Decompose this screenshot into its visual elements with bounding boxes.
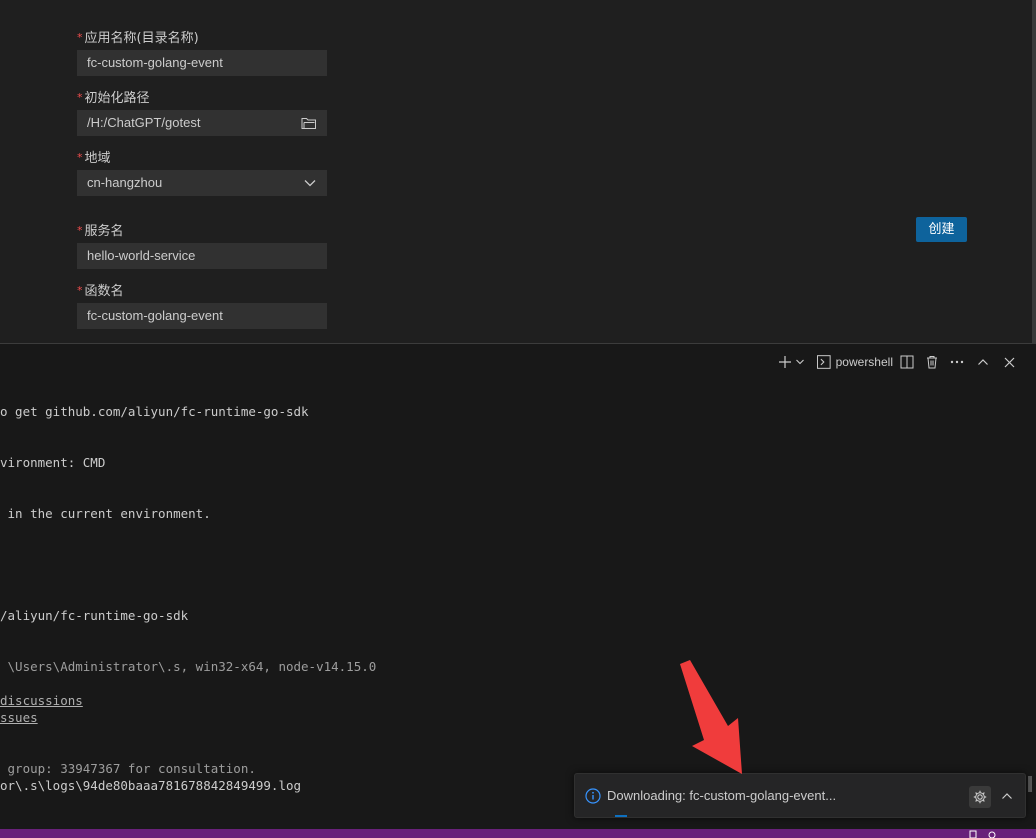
- required-mark: *: [77, 31, 83, 44]
- region-label-text: 地域: [84, 151, 111, 166]
- ellipsis-icon: [950, 360, 964, 364]
- function-name-label: * 函数名: [77, 282, 327, 302]
- app-name-field: * 应用名称(目录名称) fc-custom-golang-event: [77, 29, 327, 76]
- folder-open-icon[interactable]: [301, 116, 317, 130]
- function-name-input[interactable]: fc-custom-golang-event: [77, 303, 327, 329]
- trash-icon: [927, 356, 937, 369]
- red-arrow-annotation: [680, 660, 742, 774]
- app-name-label-text: 应用名称(目录名称): [84, 31, 199, 46]
- notification-message: Downloading: fc-custom-golang-event...: [607, 788, 837, 803]
- terminal-line: in the current environment.: [0, 506, 211, 521]
- service-name-input[interactable]: hello-world-service: [77, 243, 327, 269]
- terminal-line: group: 33947367 for consultation.: [0, 761, 256, 776]
- app-name-value: fc-custom-golang-event: [87, 55, 223, 70]
- init-path-input[interactable]: /H:/ChatGPT/gotest: [77, 110, 327, 136]
- init-path-field: * 初始化路径 /H:/ChatGPT/gotest: [77, 89, 327, 136]
- terminal-link[interactable]: ssues: [0, 709, 38, 726]
- terminal-tab-powershell[interactable]: powershell: [817, 352, 893, 372]
- terminal-link[interactable]: discussions: [0, 692, 83, 709]
- region-select[interactable]: cn-hangzhou: [77, 170, 327, 196]
- function-name-value: fc-custom-golang-event: [87, 308, 223, 323]
- terminal-scrollbar[interactable]: [1028, 776, 1032, 792]
- form-scrollbar[interactable]: [1032, 0, 1036, 343]
- plus-icon: [779, 356, 791, 368]
- download-notification: Downloading: fc-custom-golang-event...: [574, 773, 1026, 818]
- chevron-down-icon: [304, 180, 316, 187]
- chevron-up-icon: [978, 359, 988, 365]
- chevron-down-icon: [796, 359, 804, 365]
- service-name-value: hello-world-service: [87, 248, 196, 263]
- terminal-output: o get github.com/aliyun/fc-runtime-go-sd…: [0, 344, 1036, 830]
- split-terminal-button[interactable]: [900, 352, 914, 372]
- create-button[interactable]: 创建: [916, 217, 967, 242]
- close-icon: [1004, 357, 1014, 367]
- terminal-line: or\.s\logs\94de80baaa781678842849499.log: [0, 778, 302, 793]
- status-bar: [0, 829, 1036, 838]
- service-name-field: * 服务名 hello-world-service: [77, 222, 327, 269]
- gear-icon: [973, 790, 987, 804]
- required-mark: *: [77, 151, 83, 164]
- new-terminal-button[interactable]: [778, 352, 792, 372]
- split-icon: [900, 355, 914, 369]
- notification-expand-button[interactable]: [998, 787, 1016, 805]
- function-name-field: * 函数名 fc-custom-golang-event: [77, 282, 327, 329]
- init-path-value: /H:/ChatGPT/gotest: [87, 115, 201, 130]
- maximize-panel-button[interactable]: [976, 352, 990, 372]
- service-name-label: * 服务名: [77, 222, 327, 242]
- app-name-input[interactable]: fc-custom-golang-event: [77, 50, 327, 76]
- required-mark: *: [77, 284, 83, 297]
- notification-settings-button[interactable]: [969, 786, 991, 808]
- terminal-tab-label: powershell: [835, 355, 893, 369]
- service-name-label-text: 服务名: [84, 224, 124, 239]
- init-path-label-text: 初始化路径: [84, 91, 150, 106]
- terminal-line: o get github.com/aliyun/fc-runtime-go-sd…: [0, 404, 309, 419]
- more-actions-button[interactable]: [950, 352, 964, 372]
- init-path-label: * 初始化路径: [77, 89, 327, 109]
- status-bar-icons[interactable]: [960, 830, 1000, 838]
- notification-progress-bar: [615, 815, 627, 817]
- info-icon: [585, 788, 601, 804]
- region-label: * 地域: [77, 149, 327, 169]
- kill-terminal-button[interactable]: [925, 352, 939, 372]
- terminal-dropdown-button[interactable]: [795, 352, 805, 372]
- terminal-icon: [817, 355, 831, 369]
- required-mark: *: [77, 91, 83, 104]
- function-name-label-text: 函数名: [84, 284, 124, 299]
- region-value: cn-hangzhou: [87, 175, 163, 190]
- app-name-label: * 应用名称(目录名称): [77, 29, 327, 49]
- chevron-up-icon: [1002, 793, 1012, 799]
- terminal-line: vironment: CMD: [0, 455, 106, 470]
- terminal-toolbar: powershell: [766, 344, 1036, 380]
- form-panel: * 应用名称(目录名称) fc-custom-golang-event * 初始化路…: [0, 0, 1036, 343]
- close-panel-button[interactable]: [1002, 352, 1016, 372]
- region-field: * 地域 cn-hangzhou: [77, 149, 327, 196]
- terminal-panel: o get github.com/aliyun/fc-runtime-go-sd…: [0, 343, 1036, 829]
- terminal-line: \Users\Administrator\.s, win32-x64, node…: [0, 659, 377, 674]
- required-mark: *: [77, 224, 83, 237]
- terminal-line: /aliyun/fc-runtime-go-sdk: [0, 608, 189, 623]
